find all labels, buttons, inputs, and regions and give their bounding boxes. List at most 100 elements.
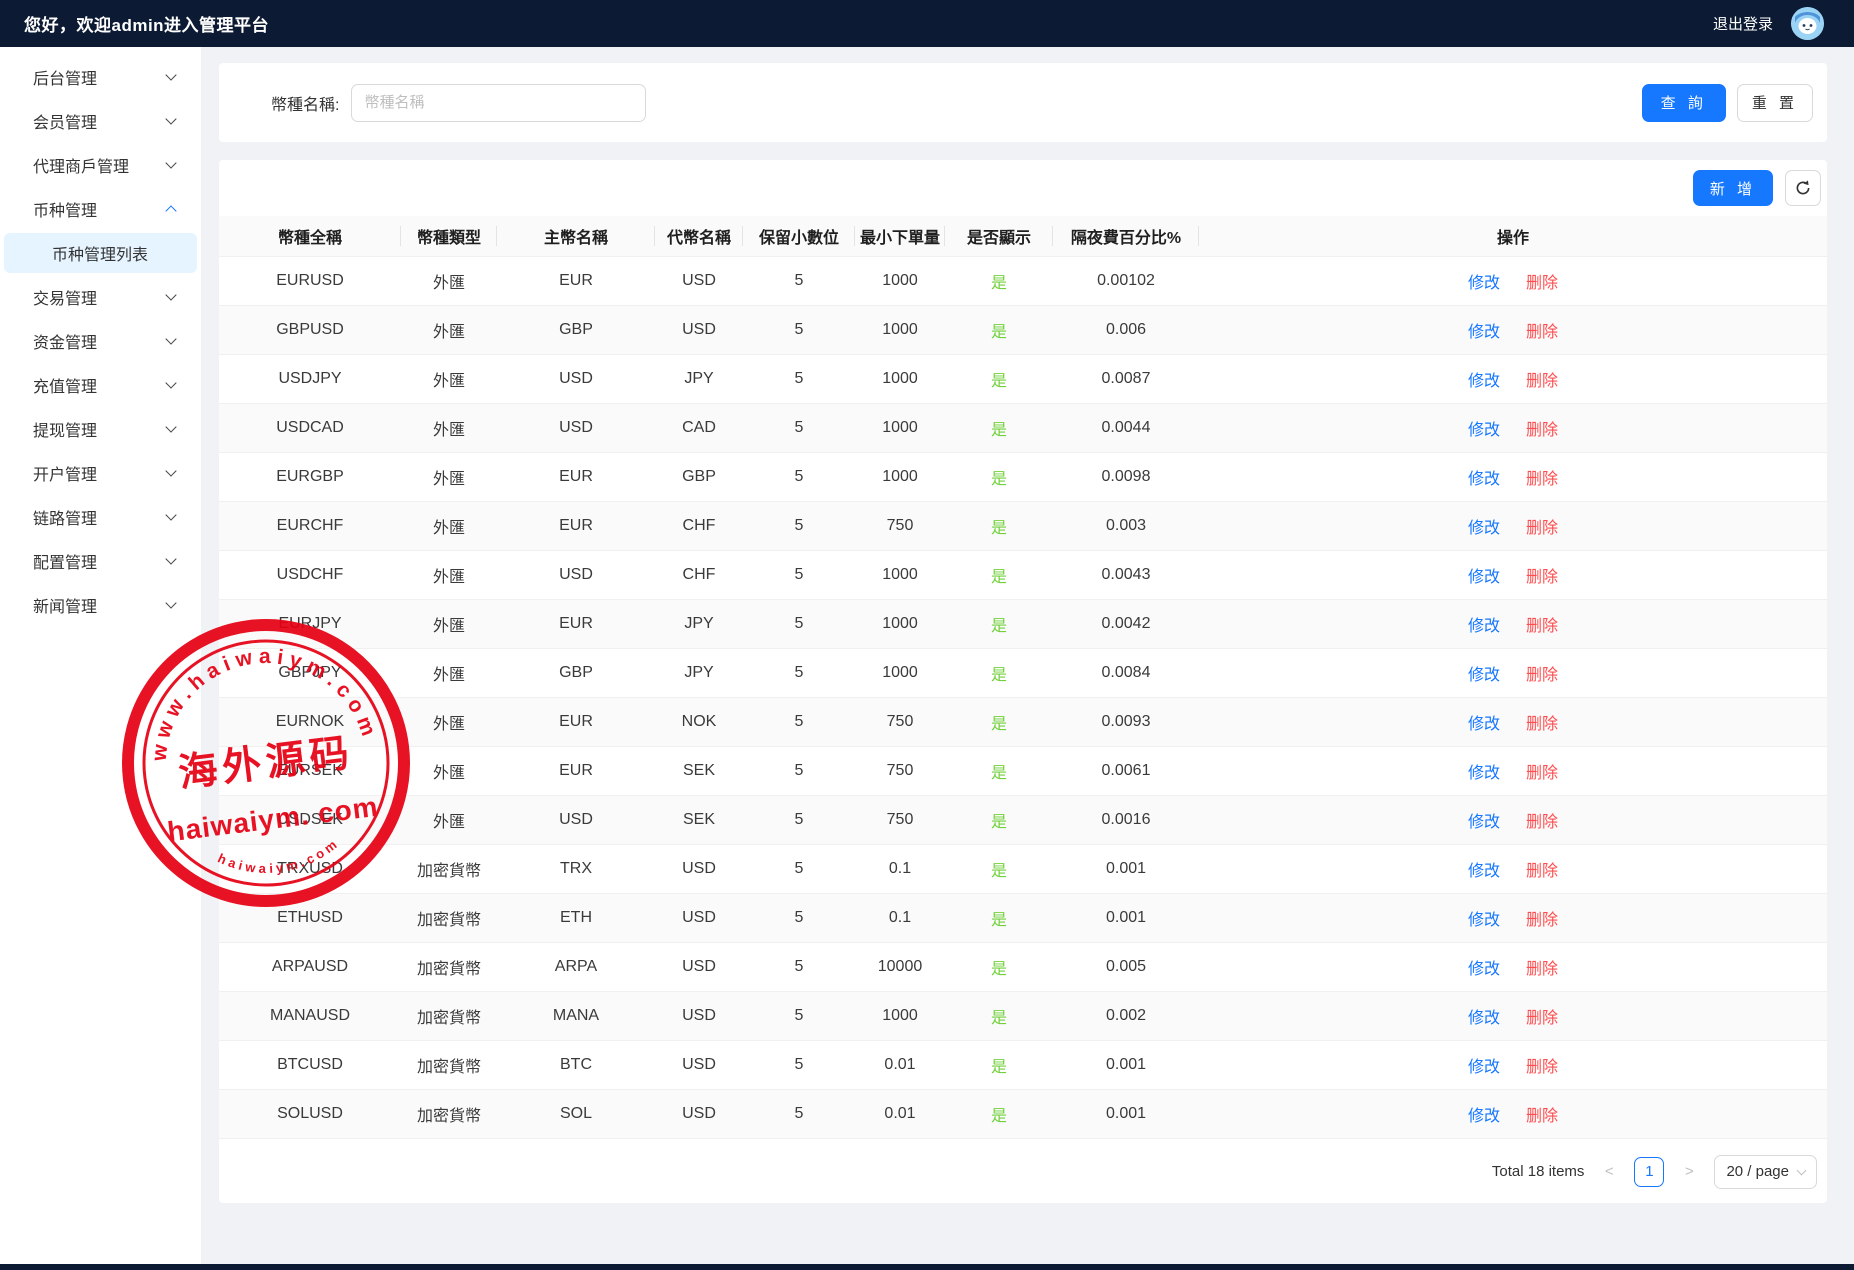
delete-link[interactable]: 删除 [1526,1059,1558,1076]
cell-min_order: 1000 [855,256,945,305]
chevron-down-icon [165,553,176,564]
sidebar-item-currency-list-active[interactable]: 币种管理列表 [4,233,197,273]
reset-button[interactable]: 重 置 [1737,84,1813,122]
edit-link[interactable]: 修改 [1468,569,1500,586]
cell-name: TRXUSD [219,844,401,893]
delete-link[interactable]: 删除 [1526,569,1558,586]
delete-link[interactable]: 删除 [1526,373,1558,390]
table-row: EURJPY外匯EURJPY51000是0.0042修改删除 [219,599,1827,648]
delete-link[interactable]: 删除 [1526,324,1558,341]
cell-base: GBP [497,305,655,354]
sidebar-item-members[interactable]: 会员管理 [4,101,197,141]
edit-link[interactable]: 修改 [1468,422,1500,439]
edit-link[interactable]: 修改 [1468,961,1500,978]
next-page-button[interactable]: > [1674,1157,1704,1187]
cell-show: 是 [945,256,1053,305]
sidebar-item-currency[interactable]: 币种管理 [4,189,197,229]
col-header-base: 主幣名稱 [497,216,655,256]
edit-link[interactable]: 修改 [1468,1108,1500,1125]
sidebar-item-account-open[interactable]: 开户管理 [4,453,197,493]
table-row: GBPUSD外匯GBPUSD51000是0.006修改删除 [219,305,1827,354]
cell-name: ARPAUSD [219,942,401,991]
col-header-name: 幣種全稱 [219,216,401,256]
query-button[interactable]: 查 詢 [1642,84,1726,122]
cell-show: 是 [945,991,1053,1040]
sidebar-item-backend[interactable]: 后台管理 [4,57,197,97]
pagination-total: Total 18 items [1492,1163,1585,1180]
sidebar-item-links[interactable]: 链路管理 [4,497,197,537]
cell-name: MANAUSD [219,991,401,1040]
table-row: USDJPY外匯USDJPY51000是0.0087修改删除 [219,354,1827,403]
page-size-select[interactable]: 20 / page [1714,1155,1817,1189]
edit-link[interactable]: 修改 [1468,912,1500,929]
cell-quote: USD [655,1040,743,1089]
cell-show: 是 [945,648,1053,697]
sidebar-item-config[interactable]: 配置管理 [4,541,197,581]
delete-link[interactable]: 删除 [1526,1108,1558,1125]
sidebar-item-funds[interactable]: 资金管理 [4,321,197,361]
delete-link[interactable]: 删除 [1526,275,1558,292]
cell-decimals: 5 [743,1089,855,1138]
delete-link[interactable]: 删除 [1526,961,1558,978]
edit-link[interactable]: 修改 [1468,1059,1500,1076]
cell-actions: 修改 删除 [1199,1089,1827,1138]
cell-show: 是 [945,746,1053,795]
add-button[interactable]: 新 增 [1693,170,1773,206]
cell-base: ARPA [497,942,655,991]
col-header-fee: 隔夜費百分比% [1053,216,1199,256]
edit-link[interactable]: 修改 [1468,765,1500,782]
delete-link[interactable]: 删除 [1526,765,1558,782]
cell-quote: USD [655,256,743,305]
sidebar-item-agents[interactable]: 代理商戶管理 [4,145,197,185]
edit-link[interactable]: 修改 [1468,520,1500,537]
cell-name: USDJPY [219,354,401,403]
delete-link[interactable]: 删除 [1526,520,1558,537]
chevron-down-icon [165,509,176,520]
delete-link[interactable]: 删除 [1526,667,1558,684]
edit-link[interactable]: 修改 [1468,618,1500,635]
edit-link[interactable]: 修改 [1468,863,1500,880]
cell-min_order: 1000 [855,403,945,452]
cell-min_order: 1000 [855,991,945,1040]
delete-link[interactable]: 删除 [1526,814,1558,831]
edit-link[interactable]: 修改 [1468,667,1500,684]
edit-link[interactable]: 修改 [1468,814,1500,831]
delete-link[interactable]: 删除 [1526,912,1558,929]
cell-base: TRX [497,844,655,893]
cell-decimals: 5 [743,648,855,697]
logout-button[interactable]: 退出登录 [1713,13,1773,34]
cell-type: 外匯 [401,403,497,452]
delete-link[interactable]: 删除 [1526,1010,1558,1027]
prev-page-button[interactable]: < [1594,1157,1624,1187]
delete-link[interactable]: 删除 [1526,618,1558,635]
avatar-icon [1791,7,1824,40]
refresh-button[interactable] [1785,170,1821,206]
sidebar-item-trade[interactable]: 交易管理 [4,277,197,317]
edit-link[interactable]: 修改 [1468,324,1500,341]
delete-link[interactable]: 删除 [1526,863,1558,880]
sidebar-item-deposit[interactable]: 充值管理 [4,365,197,405]
delete-link[interactable]: 删除 [1526,422,1558,439]
sidebar-item-news[interactable]: 新闻管理 [4,585,197,625]
cell-actions: 修改 删除 [1199,599,1827,648]
cell-min_order: 1000 [855,550,945,599]
user-avatar[interactable] [1791,7,1824,40]
edit-link[interactable]: 修改 [1468,373,1500,390]
page-number-1[interactable]: 1 [1634,1157,1664,1187]
edit-link[interactable]: 修改 [1468,1010,1500,1027]
cell-type: 外匯 [401,746,497,795]
edit-link[interactable]: 修改 [1468,716,1500,733]
cell-name: SOLUSD [219,1089,401,1138]
cell-type: 外匯 [401,550,497,599]
delete-link[interactable]: 删除 [1526,471,1558,488]
sidebar-item-withdraw[interactable]: 提现管理 [4,409,197,449]
edit-link[interactable]: 修改 [1468,471,1500,488]
table-row: SOLUSD加密貨幣SOLUSD50.01是0.001修改删除 [219,1089,1827,1138]
cell-quote: JPY [655,354,743,403]
cell-base: MANA [497,991,655,1040]
cell-show: 是 [945,1040,1053,1089]
cell-fee: 0.001 [1053,893,1199,942]
currency-name-input[interactable] [351,84,646,122]
edit-link[interactable]: 修改 [1468,275,1500,292]
delete-link[interactable]: 删除 [1526,716,1558,733]
